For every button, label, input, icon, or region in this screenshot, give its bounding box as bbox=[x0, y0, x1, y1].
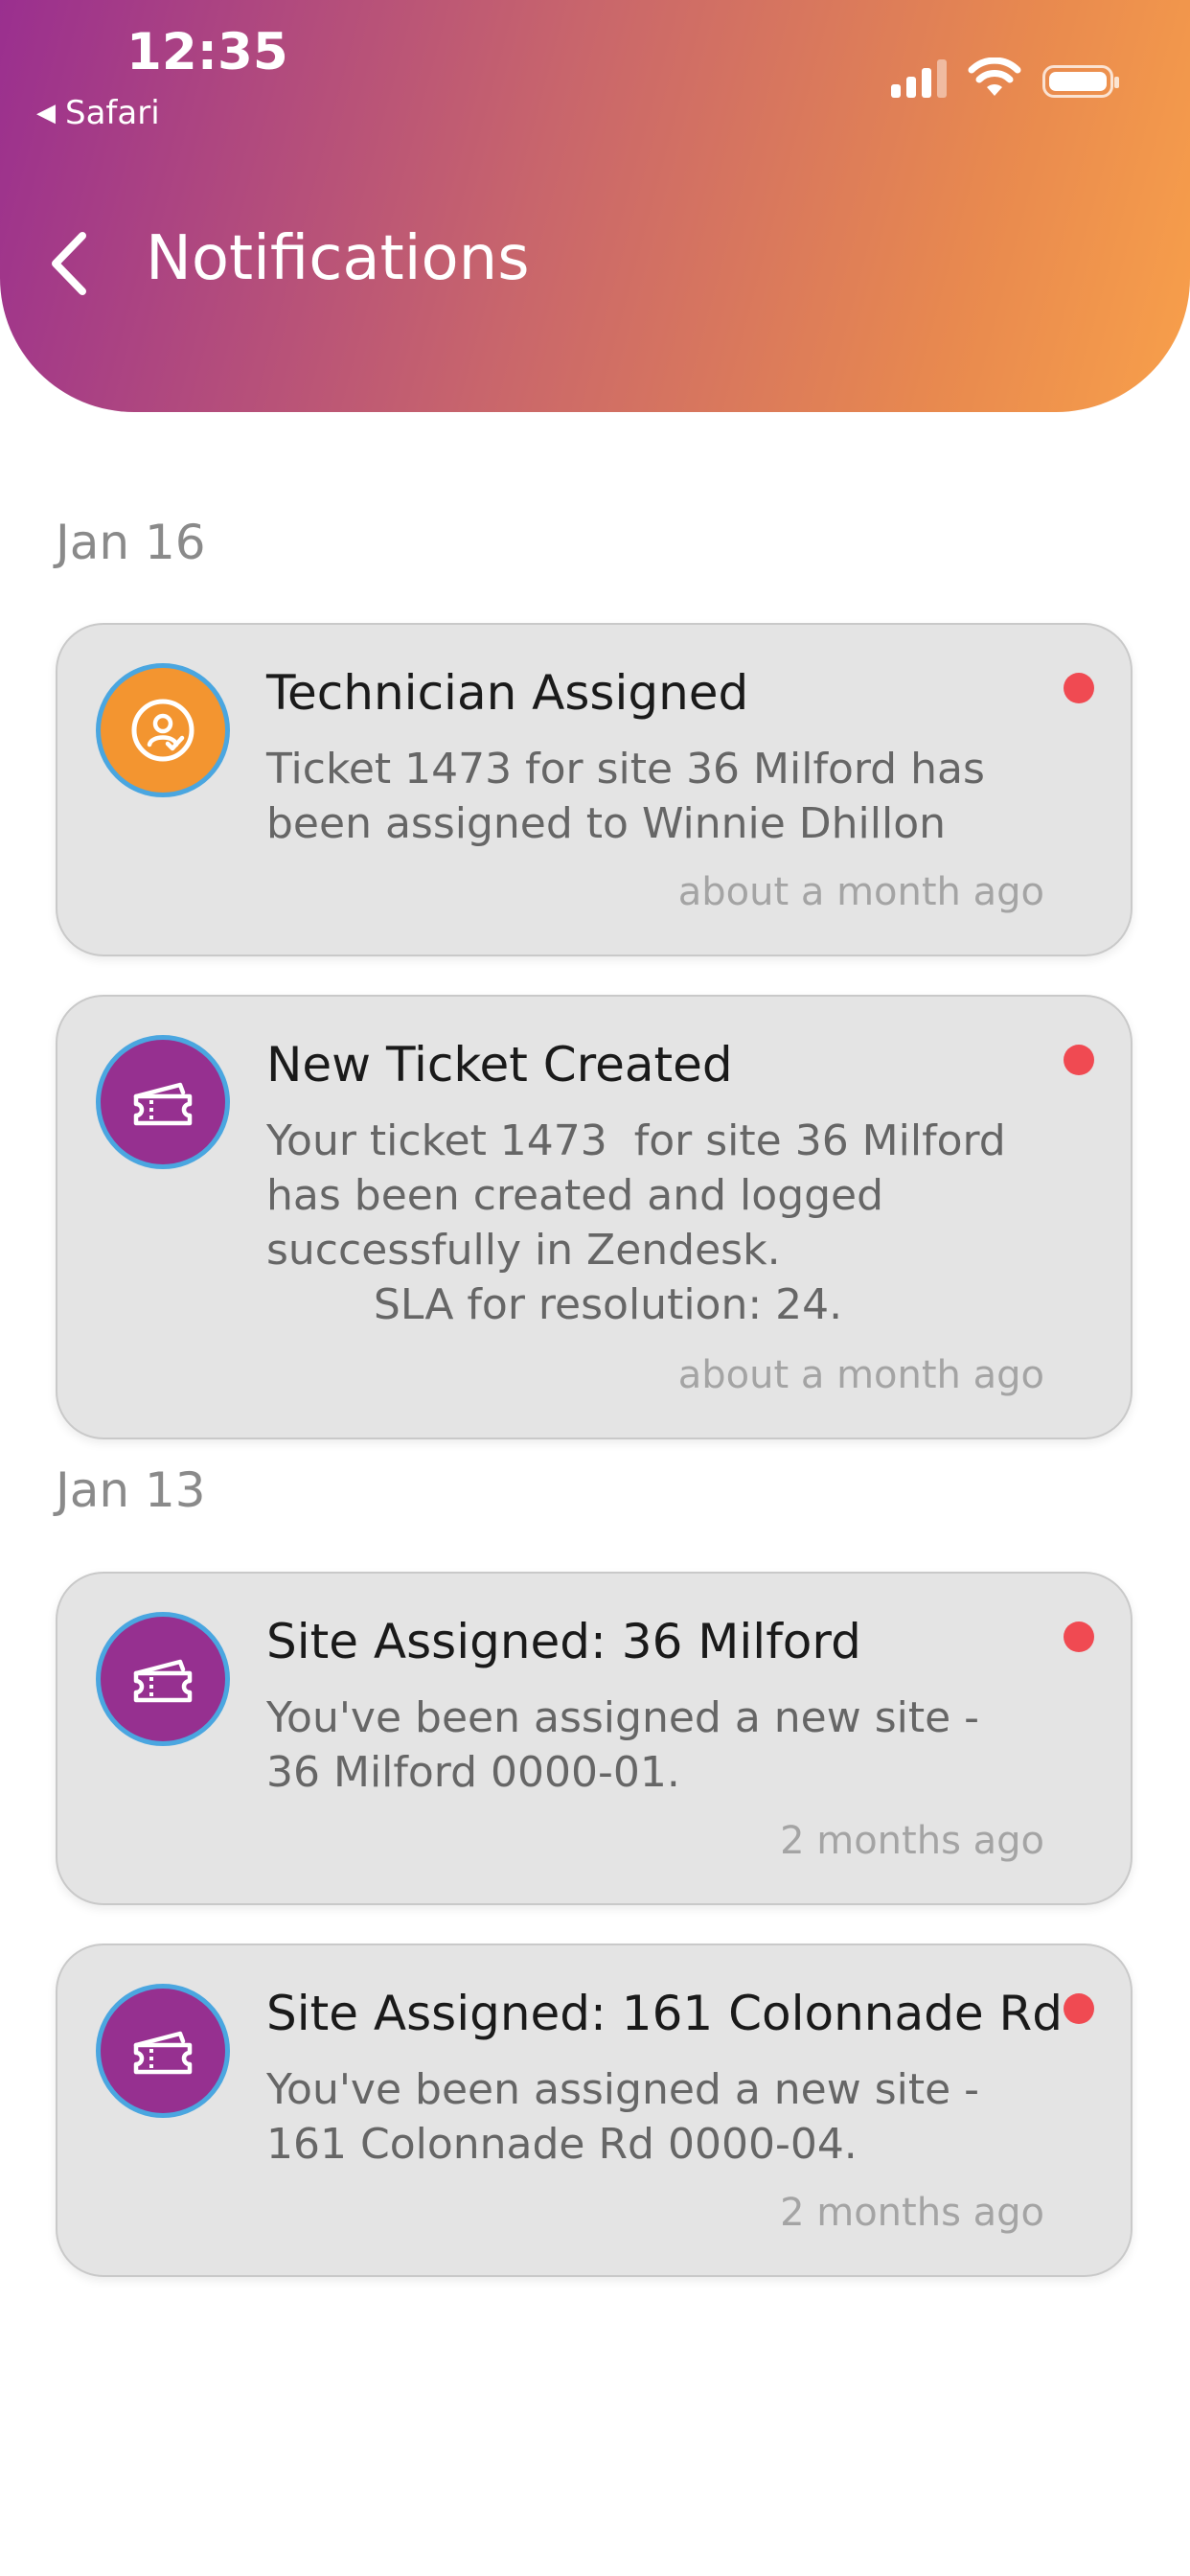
notification-card[interactable]: Site Assigned: 36 Milford You've been as… bbox=[56, 1572, 1133, 1905]
unread-dot bbox=[1064, 673, 1094, 703]
wifi-icon bbox=[968, 58, 1021, 96]
page-title: Notifications bbox=[146, 223, 530, 294]
avatar bbox=[96, 1612, 230, 1746]
status-time: 12:35 bbox=[126, 23, 288, 81]
back-app-label: Safari bbox=[65, 94, 160, 132]
section-date-label: Jan 13 bbox=[56, 1462, 206, 1518]
back-to-safari-link[interactable]: ◀ Safari bbox=[36, 94, 160, 132]
notification-title: New Ticket Created bbox=[266, 1037, 733, 1092]
notification-title: Site Assigned: 36 Milford bbox=[266, 1614, 861, 1669]
notification-time: about a month ago bbox=[677, 1353, 1044, 1397]
avatar bbox=[96, 663, 230, 797]
avatar bbox=[96, 1035, 230, 1169]
unread-dot bbox=[1064, 1993, 1094, 2024]
notification-time: 2 months ago bbox=[780, 2191, 1044, 2235]
notification-card[interactable]: Site Assigned: 161 Colonnade Rd You've b… bbox=[56, 1944, 1133, 2277]
ticket-icon bbox=[133, 1659, 193, 1703]
notification-card[interactable]: New Ticket Created Your ticket 1473 for … bbox=[56, 995, 1133, 1439]
cellular-signal-icon bbox=[891, 56, 947, 98]
notification-time: 2 months ago bbox=[780, 1819, 1044, 1863]
section-date-label: Jan 16 bbox=[56, 515, 206, 570]
ticket-icon bbox=[133, 1082, 193, 1126]
ticket-icon bbox=[133, 2031, 193, 2075]
back-chevron-icon[interactable] bbox=[46, 230, 94, 297]
notification-card[interactable]: Technician Assigned Ticket 1473 for site… bbox=[56, 623, 1133, 956]
status-icons bbox=[891, 56, 1119, 98]
notification-body: You've been assigned a new site - 36 Mil… bbox=[266, 1693, 980, 1797]
avatar bbox=[96, 1984, 230, 2118]
notification-time: about a month ago bbox=[677, 870, 1044, 914]
notification-body: You've been assigned a new site - 161 Co… bbox=[266, 2065, 980, 2169]
notification-body: Ticket 1473 for site 36 Milford has been… bbox=[266, 745, 985, 848]
back-triangle-icon: ◀ bbox=[36, 99, 56, 127]
battery-icon bbox=[1042, 65, 1119, 98]
header-bar: 12:35 ◀ Safari Notifications bbox=[0, 0, 1190, 412]
notification-title: Site Assigned: 161 Colonnade Rd bbox=[266, 1986, 1063, 2041]
unread-dot bbox=[1064, 1622, 1094, 1652]
notification-title: Technician Assigned bbox=[266, 665, 749, 721]
notification-body: Your ticket 1473 for site 36 Milford has… bbox=[266, 1116, 1006, 1329]
technician-assigned-icon bbox=[131, 699, 195, 762]
unread-dot bbox=[1064, 1045, 1094, 1075]
